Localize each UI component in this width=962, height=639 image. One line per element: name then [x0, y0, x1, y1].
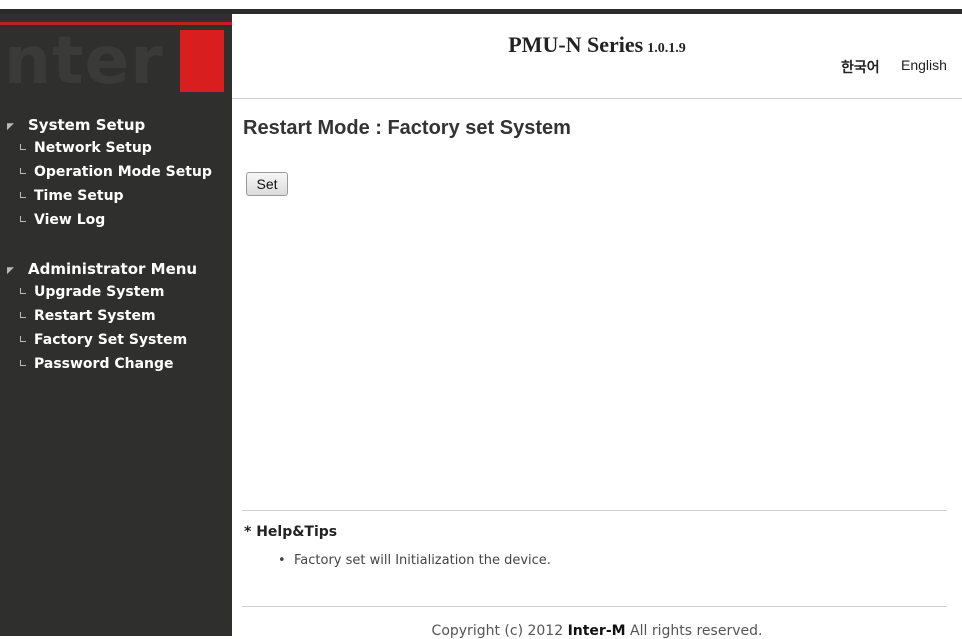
language-english-link[interactable]: English [901, 57, 947, 73]
sidebar-item-label: Upgrade System [34, 284, 165, 300]
menu-group-administrator: ◤ Administrator Menu Upgrade System Rest… [0, 258, 232, 376]
set-button[interactable]: Set [246, 172, 288, 196]
sidebar-item-view-log[interactable]: View Log [0, 208, 232, 232]
bullet-icon [20, 312, 26, 318]
folder-icon: ◤ [7, 266, 14, 276]
logo-m-mark [180, 30, 224, 92]
bullet-icon [20, 360, 26, 366]
sidebar-item-label: Restart System [34, 308, 156, 324]
sidebar-item-label: Operation Mode Setup [34, 164, 212, 180]
bullet-icon [20, 144, 26, 150]
top-bar [0, 0, 962, 14]
sidebar-item-time-setup[interactable]: Time Setup [0, 184, 232, 208]
product-name: PMU-N Series [508, 32, 644, 57]
menu-head-system-setup: ◤ System Setup [0, 114, 232, 136]
footer-brand: Inter-M [567, 623, 626, 639]
help-item-text: Factory set will Initialization the devi… [294, 553, 551, 568]
footer: Copyright (c) 2012 Inter-M All rights re… [232, 623, 962, 639]
bullet-icon [20, 192, 26, 198]
sidebar-item-upgrade-system[interactable]: Upgrade System [0, 280, 232, 304]
divider [242, 510, 947, 511]
divider [242, 606, 947, 607]
sidebar-item-factory-set-system[interactable]: Factory Set System [0, 328, 232, 352]
sidebar-menu: ◤ System Setup Network Setup Operation M… [0, 114, 232, 402]
page-title: PMU-N Series 1.0.1.9 [232, 32, 962, 58]
sidebar-item-label: Network Setup [34, 140, 152, 156]
menu-head-label: System Setup [28, 116, 146, 134]
sidebar: nter ◤ System Setup Network Setup Operat… [0, 14, 232, 636]
bullet-icon [20, 168, 26, 174]
sidebar-item-label: Password Change [34, 356, 174, 372]
bullet-icon [20, 288, 26, 294]
sidebar-item-label: Time Setup [34, 188, 124, 204]
folder-icon: ◤ [7, 122, 14, 132]
sidebar-item-operation-mode-setup[interactable]: Operation Mode Setup [0, 160, 232, 184]
menu-group-system-setup: ◤ System Setup Network Setup Operation M… [0, 114, 232, 232]
sidebar-item-label: View Log [34, 212, 106, 228]
sidebar-item-network-setup[interactable]: Network Setup [0, 136, 232, 160]
menu-head-administrator: ◤ Administrator Menu [0, 258, 232, 280]
footer-prefix: Copyright (c) 2012 [431, 623, 568, 639]
sidebar-item-password-change[interactable]: Password Change [0, 352, 232, 376]
logo: nter [0, 14, 232, 100]
footer-suffix: All rights reserved. [625, 623, 763, 639]
version-number: 1.0.1.9 [647, 41, 686, 56]
help-title: * Help&Tips [244, 524, 338, 540]
sidebar-item-label: Factory Set System [34, 332, 188, 348]
menu-head-label: Administrator Menu [28, 260, 198, 278]
bullet-dot-icon: • [278, 553, 286, 568]
bullet-icon [20, 336, 26, 342]
language-korean-link[interactable]: 한국어 [841, 57, 880, 77]
section-title: Restart Mode : Factory set System [243, 117, 571, 139]
logo-text: nter [4, 22, 164, 99]
sidebar-item-restart-system[interactable]: Restart System [0, 304, 232, 328]
header: PMU-N Series 1.0.1.9 한국어 English [232, 14, 962, 99]
bullet-icon [20, 216, 26, 222]
